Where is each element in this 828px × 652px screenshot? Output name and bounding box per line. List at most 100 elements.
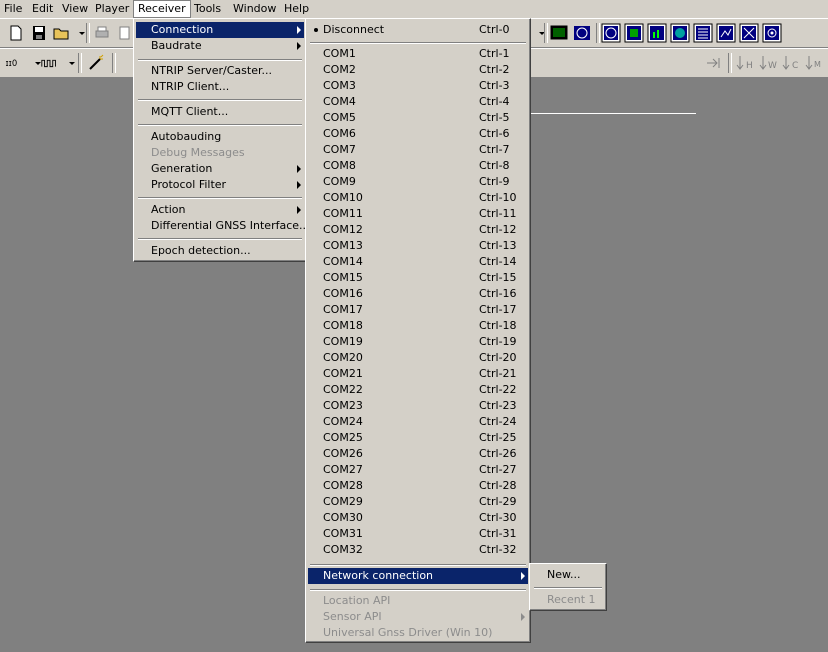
view-sky-icon[interactable]	[572, 23, 592, 43]
go-end-icon[interactable]	[704, 53, 724, 73]
com-port-label: COM29	[323, 495, 363, 508]
menu-item-generation[interactable]: Generation	[136, 161, 304, 177]
menu-item-network-connection[interactable]: Network connection	[308, 568, 528, 584]
com-port-label: COM31	[323, 527, 363, 540]
menu-item-com-port[interactable]: COM30 Ctrl-30	[308, 510, 528, 526]
autobaud-wand-icon[interactable]	[86, 53, 106, 73]
com-port-label: COM3	[323, 79, 356, 92]
view-table-icon[interactable]	[624, 23, 644, 43]
menu-tools[interactable]: Tools	[190, 1, 225, 17]
baudrate-dropdown-icon[interactable]	[62, 53, 75, 73]
menu-item-autobauding[interactable]: Autobauding	[136, 129, 304, 145]
menu-item-com-port[interactable]: COM1 Ctrl-1	[308, 46, 528, 62]
com-port-shortcut: Ctrl-17	[479, 303, 517, 316]
print-icon[interactable]	[92, 23, 112, 43]
view-satellite-icon[interactable]	[739, 23, 759, 43]
menu-file[interactable]: File	[0, 1, 26, 17]
com-port-shortcut: Ctrl-2	[479, 63, 510, 76]
player-position-slider[interactable]	[530, 112, 696, 114]
menu-help[interactable]: Help	[280, 1, 313, 17]
view-compass-icon[interactable]	[601, 23, 621, 43]
toolbar-separator	[112, 53, 116, 73]
menu-item-com-port[interactable]: COM7 Ctrl-7	[308, 142, 528, 158]
com-port-label: COM22	[323, 383, 363, 396]
menu-separator	[138, 197, 302, 199]
com-port-shortcut: Ctrl-22	[479, 383, 517, 396]
view-messages-icon[interactable]	[693, 23, 713, 43]
insert-c-icon[interactable]: C	[781, 53, 801, 73]
insert-w-icon[interactable]: W	[758, 53, 778, 73]
menu-item-baudrate[interactable]: Baudrate	[136, 38, 304, 54]
menu-item-epoch-detection[interactable]: Epoch detection...	[136, 243, 304, 259]
menu-item-connection[interactable]: Connection	[136, 22, 304, 38]
menu-item-new-connection[interactable]: New...	[532, 567, 604, 583]
menu-item-action[interactable]: Action	[136, 202, 304, 218]
menu-item-ntrip-server[interactable]: NTRIP Server/Caster...	[136, 63, 304, 79]
menu-item-com-port[interactable]: COM4 Ctrl-4	[308, 94, 528, 110]
menu-item-com-port[interactable]: COM28 Ctrl-28	[308, 478, 528, 494]
selected-bullet-icon	[314, 28, 318, 32]
menu-item-com-port[interactable]: COM8 Ctrl-8	[308, 158, 528, 174]
menu-edit[interactable]: Edit	[28, 1, 57, 17]
menu-item-com-port[interactable]: COM14 Ctrl-14	[308, 254, 528, 270]
view-statistics-icon[interactable]	[716, 23, 736, 43]
menu-receiver[interactable]: Receiver	[133, 0, 191, 18]
menu-window[interactable]: Window	[229, 1, 280, 17]
menu-item-com-port[interactable]: COM19 Ctrl-19	[308, 334, 528, 350]
menu-item-com-port[interactable]: COM16 Ctrl-16	[308, 286, 528, 302]
dropdown-arrow-icon[interactable]	[532, 23, 545, 43]
menu-item-com-port[interactable]: COM18 Ctrl-18	[308, 318, 528, 334]
menu-item-com-port[interactable]: COM13 Ctrl-13	[308, 238, 528, 254]
menu-item-com-port[interactable]: COM31 Ctrl-31	[308, 526, 528, 542]
submenu-arrow-icon	[297, 181, 301, 189]
com-port-label: COM12	[323, 223, 363, 236]
save-icon[interactable]	[29, 23, 49, 43]
view-map-icon[interactable]	[549, 23, 569, 43]
com-port-label: COM28	[323, 479, 363, 492]
menu-item-com-port[interactable]: COM15 Ctrl-15	[308, 270, 528, 286]
menu-item-com-port[interactable]: COM11 Ctrl-11	[308, 206, 528, 222]
print-preview-icon[interactable]	[115, 23, 135, 43]
com-port-label: COM9	[323, 175, 356, 188]
menu-item-com-port[interactable]: COM20 Ctrl-20	[308, 350, 528, 366]
connection-status-icon[interactable]: ɪɪ0	[4, 53, 30, 73]
menu-item-differential-gnss[interactable]: Differential GNSS Interface...	[136, 218, 310, 234]
svg-text:M: M	[814, 60, 821, 69]
menu-item-com-port[interactable]: COM12 Ctrl-12	[308, 222, 528, 238]
menu-item-com-port[interactable]: COM5 Ctrl-5	[308, 110, 528, 126]
connection-dropdown-icon[interactable]	[28, 53, 41, 73]
menu-item-com-port[interactable]: COM23 Ctrl-23	[308, 398, 528, 414]
menu-item-com-port[interactable]: COM24 Ctrl-24	[308, 414, 528, 430]
menu-item-com-port[interactable]: COM6 Ctrl-6	[308, 126, 528, 142]
com-port-shortcut: Ctrl-24	[479, 415, 517, 428]
menu-item-com-port[interactable]: COM10 Ctrl-10	[308, 190, 528, 206]
menu-item-com-port[interactable]: COM3 Ctrl-3	[308, 78, 528, 94]
com-port-label: COM24	[323, 415, 363, 428]
open-dropdown-icon[interactable]	[72, 23, 85, 43]
menu-item-mqtt-client[interactable]: MQTT Client...	[136, 104, 304, 120]
com-port-label: COM14	[323, 255, 363, 268]
menu-item-com-port[interactable]: COM22 Ctrl-22	[308, 382, 528, 398]
menu-player[interactable]: Player	[91, 1, 133, 17]
view-bar-chart-icon[interactable]	[647, 23, 667, 43]
new-file-icon[interactable]	[6, 23, 26, 43]
menu-item-protocol-filter[interactable]: Protocol Filter	[136, 177, 304, 193]
view-world-icon[interactable]	[670, 23, 690, 43]
baudrate-icon[interactable]	[40, 53, 62, 73]
menu-item-com-port[interactable]: COM2 Ctrl-2	[308, 62, 528, 78]
menu-item-com-port[interactable]: COM17 Ctrl-17	[308, 302, 528, 318]
menu-item-com-port[interactable]: COM27 Ctrl-27	[308, 462, 528, 478]
menu-item-com-port[interactable]: COM29 Ctrl-29	[308, 494, 528, 510]
menu-item-com-port[interactable]: COM21 Ctrl-21	[308, 366, 528, 382]
menu-item-com-port[interactable]: COM9 Ctrl-9	[308, 174, 528, 190]
menu-item-disconnect[interactable]: Disconnect Ctrl-0	[308, 22, 528, 38]
menu-view[interactable]: View	[58, 1, 92, 17]
menu-item-com-port[interactable]: COM25 Ctrl-25	[308, 430, 528, 446]
open-folder-icon[interactable]	[52, 23, 72, 43]
insert-h-icon[interactable]: H	[735, 53, 755, 73]
insert-m-icon[interactable]: M	[804, 53, 824, 73]
menu-item-ntrip-client[interactable]: NTRIP Client...	[136, 79, 304, 95]
menu-item-com-port[interactable]: COM26 Ctrl-26	[308, 446, 528, 462]
menu-item-com-port[interactable]: COM32 Ctrl-32	[308, 542, 528, 558]
view-deviation-icon[interactable]	[762, 23, 782, 43]
